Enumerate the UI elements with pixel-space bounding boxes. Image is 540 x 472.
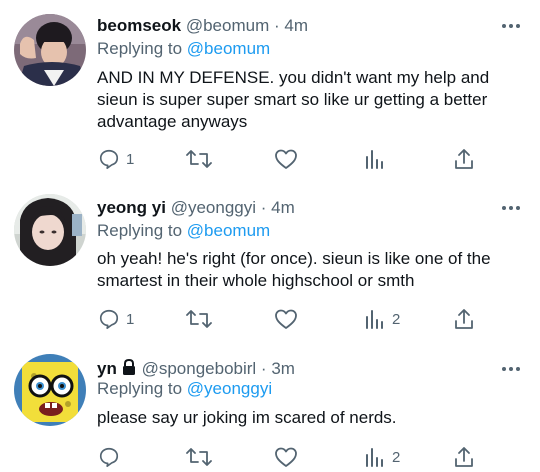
replying-to-label: Replying to (97, 221, 183, 240)
replying-to-label: Replying to (97, 39, 183, 58)
avatar-photo-boy (14, 14, 86, 86)
avatar[interactable] (14, 194, 86, 266)
retweet-icon (186, 150, 212, 168)
like-button[interactable] (274, 306, 304, 332)
timestamp[interactable]: 3m (271, 359, 295, 378)
tweet-text: AND IN MY DEFENSE. you didn't want my he… (97, 68, 490, 131)
views-count: 2 (392, 448, 401, 466)
tweet[interactable]: yeong yi @yeonggyi · 4m Replying to @beo… (0, 180, 540, 340)
like-icon (275, 447, 297, 467)
views-button[interactable]: 2 (364, 444, 400, 470)
tweet-text: please say ur joking im scared of nerds. (97, 408, 397, 427)
action-bar: 2 (0, 444, 540, 470)
share-button[interactable] (453, 306, 475, 332)
reply-button[interactable] (98, 444, 126, 470)
reply-icon (99, 309, 119, 329)
replying-to-link[interactable]: @beomum (187, 39, 270, 58)
share-icon (455, 149, 473, 169)
replying-to-link[interactable]: @beomum (187, 221, 270, 240)
display-name[interactable]: beomseok (97, 16, 181, 35)
retweet-icon (186, 448, 212, 466)
reply-icon (99, 447, 119, 467)
share-button[interactable] (453, 146, 475, 172)
display-name[interactable]: yeong yi (97, 198, 166, 217)
reply-icon (99, 149, 119, 169)
avatar[interactable] (14, 354, 86, 426)
views-icon (366, 310, 383, 329)
more-icon[interactable] (500, 198, 522, 218)
reply-count: 1 (126, 150, 135, 168)
share-icon (455, 447, 473, 467)
tweet-header: yeong yi @yeonggyi · 4m (97, 197, 295, 219)
separator: · (273, 16, 280, 35)
replying-to: Replying to @beomum (97, 220, 270, 242)
tweet-header: yn @spongebobirl · 3m (97, 358, 295, 380)
handle[interactable]: @beomum (186, 16, 269, 35)
action-bar: 1 2 (0, 306, 540, 332)
replying-to-label: Replying to (97, 379, 183, 398)
views-button[interactable] (364, 146, 392, 172)
reply-count: 1 (126, 310, 135, 328)
more-icon[interactable] (500, 359, 522, 379)
views-count: 2 (392, 310, 401, 328)
display-name[interactable]: yn (97, 359, 117, 378)
tweet[interactable]: beomseok @beomum · 4m Replying to @beomu… (0, 0, 540, 180)
replying-to: Replying to @yeonggyi (97, 378, 272, 400)
avatar-spongebob (14, 354, 86, 426)
reply-button[interactable]: 1 (98, 146, 134, 172)
lock-icon (122, 358, 135, 375)
timestamp[interactable]: 4m (284, 16, 308, 35)
retweet-button[interactable] (186, 444, 218, 470)
retweet-icon (186, 310, 212, 328)
reply-button[interactable]: 1 (98, 306, 134, 332)
like-button[interactable] (274, 444, 304, 470)
separator: · (260, 198, 267, 217)
replying-to-link[interactable]: @yeonggyi (187, 379, 272, 398)
separator: · (260, 359, 267, 378)
retweet-button[interactable] (186, 146, 218, 172)
handle[interactable]: @spongebobirl (142, 359, 257, 378)
replying-to: Replying to @beomum (97, 38, 270, 60)
share-icon (455, 309, 473, 329)
tweet-text: oh yeah! he's right (for once). sieun is… (97, 249, 491, 290)
timestamp[interactable]: 4m (271, 198, 295, 217)
avatar-photo-girl (14, 194, 86, 266)
share-button[interactable] (453, 444, 475, 470)
views-icon (366, 448, 383, 467)
handle[interactable]: @yeonggyi (171, 198, 256, 217)
more-icon[interactable] (500, 16, 522, 36)
tweet[interactable]: yn @spongebobirl · 3m Replying to @yeong… (0, 340, 540, 472)
like-button[interactable] (274, 146, 304, 172)
avatar[interactable] (14, 14, 86, 86)
retweet-button[interactable] (186, 306, 218, 332)
views-button[interactable]: 2 (364, 306, 400, 332)
tweet-header: beomseok @beomum · 4m (97, 15, 308, 37)
like-icon (275, 149, 297, 169)
views-icon (366, 150, 383, 169)
like-icon (275, 309, 297, 329)
action-bar: 1 (0, 146, 540, 172)
